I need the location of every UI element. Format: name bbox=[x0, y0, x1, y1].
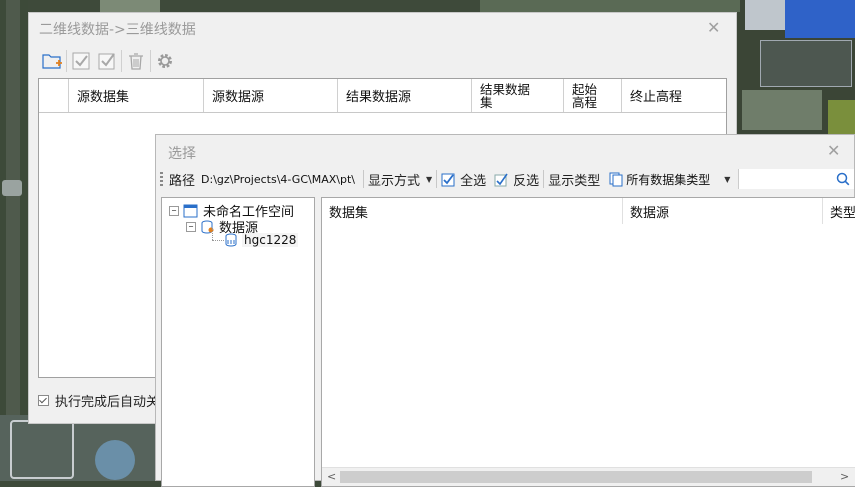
select-all-toggle[interactable]: 全选 bbox=[441, 170, 486, 189]
column-header[interactable]: 数据集 bbox=[322, 198, 623, 224]
column-header[interactable]: 类型 bbox=[823, 198, 855, 224]
toolbar-separator bbox=[66, 50, 67, 72]
add-dataset-icon bbox=[42, 54, 62, 69]
toolbar-separator bbox=[150, 50, 151, 72]
workspace-tree[interactable]: − 未命名工作空间 − 数据源 hgc1228 bbox=[161, 197, 315, 487]
collapse-icon[interactable]: − bbox=[169, 205, 179, 216]
dataset-type-dropdown[interactable]: 所有数据集类型 ▼ bbox=[604, 169, 734, 189]
settings-button[interactable] bbox=[152, 49, 178, 73]
path-label: 路径 bbox=[169, 173, 196, 189]
settings-icon bbox=[158, 54, 172, 68]
dialog-title: 选择 bbox=[168, 146, 196, 162]
column-header-label: 起始高程 bbox=[572, 81, 598, 110]
auto-close-option[interactable]: 执行完成后自动关 bbox=[38, 391, 159, 410]
select-toolbar: 路径 D:\gz\Projects\4-GC\MAX\pt\ 显示方式 ▼ 全选… bbox=[156, 166, 854, 192]
column-header[interactable]: 结果数据集 bbox=[472, 79, 564, 112]
dataset-type-icon bbox=[609, 172, 623, 187]
column-header[interactable]: 终止高程 bbox=[622, 79, 726, 112]
column-header[interactable]: 结果数据源 bbox=[338, 79, 472, 112]
horizontal-scrollbar[interactable]: < > bbox=[322, 467, 855, 486]
task-grid-header: 源数据集 源数据源 结果数据源 结果数据集 起始高程 终止高程 bbox=[39, 79, 726, 113]
chevron-down-icon: ▼ bbox=[724, 174, 731, 184]
tree-node-datasource[interactable]: hgc1228 bbox=[224, 233, 299, 247]
column-header[interactable]: 源数据集 bbox=[69, 79, 204, 112]
close-icon[interactable]: ✕ bbox=[827, 143, 840, 159]
main-toolbar bbox=[39, 48, 178, 74]
scroll-right-icon[interactable]: > bbox=[840, 470, 849, 483]
toolbar-separator bbox=[121, 50, 122, 72]
collapse-icon[interactable]: − bbox=[186, 221, 196, 232]
search-icon bbox=[836, 172, 850, 186]
toolbar-separator bbox=[436, 170, 438, 188]
dialog-title: 二维线数据->三维线数据 bbox=[39, 22, 196, 38]
delete-button[interactable] bbox=[123, 49, 149, 73]
invert-select-toggle[interactable]: 反选 bbox=[494, 170, 539, 189]
tree-connector bbox=[212, 240, 224, 242]
toolbar-separator bbox=[543, 170, 545, 188]
delete-icon bbox=[129, 53, 143, 70]
path-field[interactable]: D:\gz\Projects\4-GC\MAX\pt\ bbox=[197, 169, 359, 189]
chevron-down-icon: ▼ bbox=[426, 174, 433, 184]
column-header-label: 结果数据集 bbox=[480, 81, 531, 110]
column-header[interactable]: 起始高程 bbox=[564, 79, 622, 112]
column-header[interactable]: 数据源 bbox=[623, 198, 823, 224]
show-type-label: 显示类型 bbox=[548, 173, 601, 189]
workspace-icon bbox=[183, 204, 198, 217]
invert-select-label: 反选 bbox=[513, 173, 540, 189]
auto-close-label: 执行完成后自动关 bbox=[55, 395, 160, 410]
scroll-thumb[interactable] bbox=[340, 471, 812, 483]
close-icon[interactable]: ✕ bbox=[707, 20, 720, 36]
invert-select-icon bbox=[494, 173, 508, 186]
display-mode-label: 显示方式 bbox=[367, 173, 420, 189]
column-header[interactable]: 源数据源 bbox=[204, 79, 338, 112]
select-dialog: 选择 ✕ 路径 D:\gz\Projects\4-GC\MAX\pt\ 显示方式… bbox=[155, 134, 855, 487]
auto-close-checkbox[interactable] bbox=[38, 395, 49, 406]
check-all-icon bbox=[72, 52, 90, 70]
check-invert-icon bbox=[98, 53, 115, 70]
scroll-left-icon[interactable]: < bbox=[327, 470, 336, 483]
tree-connector bbox=[212, 228, 214, 240]
checkbox-checked-icon bbox=[441, 173, 455, 186]
invert-select-button[interactable] bbox=[94, 49, 120, 73]
row-header-cell bbox=[39, 79, 69, 112]
select-all-label: 全选 bbox=[460, 173, 487, 189]
dataset-list[interactable]: 数据集 数据源 类型 < > bbox=[321, 197, 855, 487]
add-dataset-button[interactable] bbox=[39, 49, 65, 73]
toolbar-separator bbox=[362, 170, 364, 188]
search-input[interactable] bbox=[738, 169, 854, 189]
tree-node-label: hgc1228 bbox=[242, 233, 299, 247]
datasource-icon bbox=[225, 233, 237, 247]
select-all-button[interactable] bbox=[68, 49, 94, 73]
display-mode-dropdown[interactable]: 显示方式 ▼ bbox=[368, 170, 432, 189]
dataset-type-value: 所有数据集类型 bbox=[626, 172, 711, 187]
toolbar-grip[interactable] bbox=[160, 172, 163, 186]
